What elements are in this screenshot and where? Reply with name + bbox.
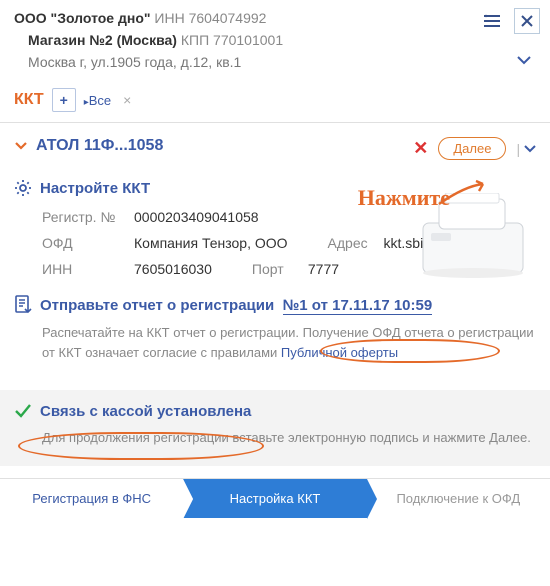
inn2-label: ИНН xyxy=(42,261,134,277)
document-icon xyxy=(14,295,32,315)
port-value: 7777 xyxy=(308,261,339,277)
tab-configure-kkt[interactable]: Настройка ККТ xyxy=(183,479,366,518)
status-help: Для продолжения регистрации вставьте эле… xyxy=(42,428,536,448)
configure-title: Настройте ККТ xyxy=(40,180,150,197)
public-offer-link[interactable]: Публичной оферты xyxy=(281,345,398,360)
status-title[interactable]: Связь с кассой установлена xyxy=(40,403,251,420)
chevron-down-icon[interactable] xyxy=(14,140,28,152)
reg-no-value: 0000203409041058 xyxy=(134,209,259,225)
annotation-arrow-icon xyxy=(435,178,495,208)
device-title[interactable]: АТОЛ 11Ф...1058 xyxy=(36,137,163,155)
next-button[interactable]: Далее xyxy=(438,137,506,160)
inn-label: ИНН xyxy=(154,10,184,26)
all-label: Все xyxy=(89,93,111,108)
inn-value: 7604074992 xyxy=(189,10,267,26)
ofd-value: Компания Тензор, ООО xyxy=(134,235,288,251)
all-filter[interactable]: ▸Все xyxy=(84,93,111,108)
vsep-bar: | xyxy=(516,141,520,157)
ofd-label: ОФД xyxy=(42,235,134,251)
tab-connect-ofd[interactable]: Подключение к ОФД xyxy=(367,479,550,518)
kpp-label: КПП xyxy=(181,32,209,48)
collapse-icon[interactable] xyxy=(480,11,504,31)
device-fields: Регистр. № 0000203409041058 ОФД Компания… xyxy=(42,209,536,277)
inn2-value: 7605016030 xyxy=(134,261,212,277)
status-block: Связь с кассой установлена Для продолжен… xyxy=(0,390,550,466)
add-kkt-button[interactable]: + xyxy=(52,88,76,112)
tab-registration-fns[interactable]: Регистрация в ФНС xyxy=(0,479,183,518)
org-header: ООО "Золотое дно" ИНН 7604074992 Магазин… xyxy=(0,0,550,74)
kpp-value: 770101001 xyxy=(213,32,283,48)
send-report-prefix: Отправьте отчет о регистрации xyxy=(40,297,274,314)
report-help-text: Распечатайте на ККТ отчет о регистрации.… xyxy=(42,323,536,362)
check-icon xyxy=(14,402,32,420)
delete-device-button[interactable]: ✕ xyxy=(413,138,428,159)
address-text: Москва г, ул.1905 года, д.12, кв.1 xyxy=(28,54,241,70)
send-report-title: Отправьте отчет о регистрации №1 от 17.1… xyxy=(40,297,432,314)
port-label: Порт xyxy=(252,261,308,277)
more-menu-button[interactable]: | xyxy=(516,141,536,157)
org-name: ООО "Золотое дно" xyxy=(14,10,151,26)
org-line: ООО "Золотое дно" ИНН 7604074992 xyxy=(14,10,536,26)
addr-label: Адрес xyxy=(328,235,384,251)
close-window-button[interactable] xyxy=(514,8,540,34)
kkt-section-header: ККТ + ▸Все × xyxy=(0,78,550,114)
shop-line: Магазин №2 (Москва) КПП 770101001 xyxy=(28,32,536,48)
address-line: Москва г, ул.1905 года, д.12, кв.1 xyxy=(28,54,536,70)
shop-name: Магазин №2 (Москва) xyxy=(28,32,177,48)
reg-no-label: Регистр. № xyxy=(42,209,134,225)
kkt-label: ККТ xyxy=(14,91,44,109)
wizard-tabs: Регистрация в ФНС Настройка ККТ Подключе… xyxy=(0,478,550,518)
report-link[interactable]: №1 от 17.11.17 10:59 xyxy=(283,297,433,315)
chevron-down-icon[interactable] xyxy=(516,54,532,66)
gear-icon xyxy=(14,179,32,197)
clear-filter-icon[interactable]: × xyxy=(123,92,131,108)
device-block: АТОЛ 11Ф...1058 ✕ Далее | Настройте ККТ … xyxy=(0,123,550,368)
